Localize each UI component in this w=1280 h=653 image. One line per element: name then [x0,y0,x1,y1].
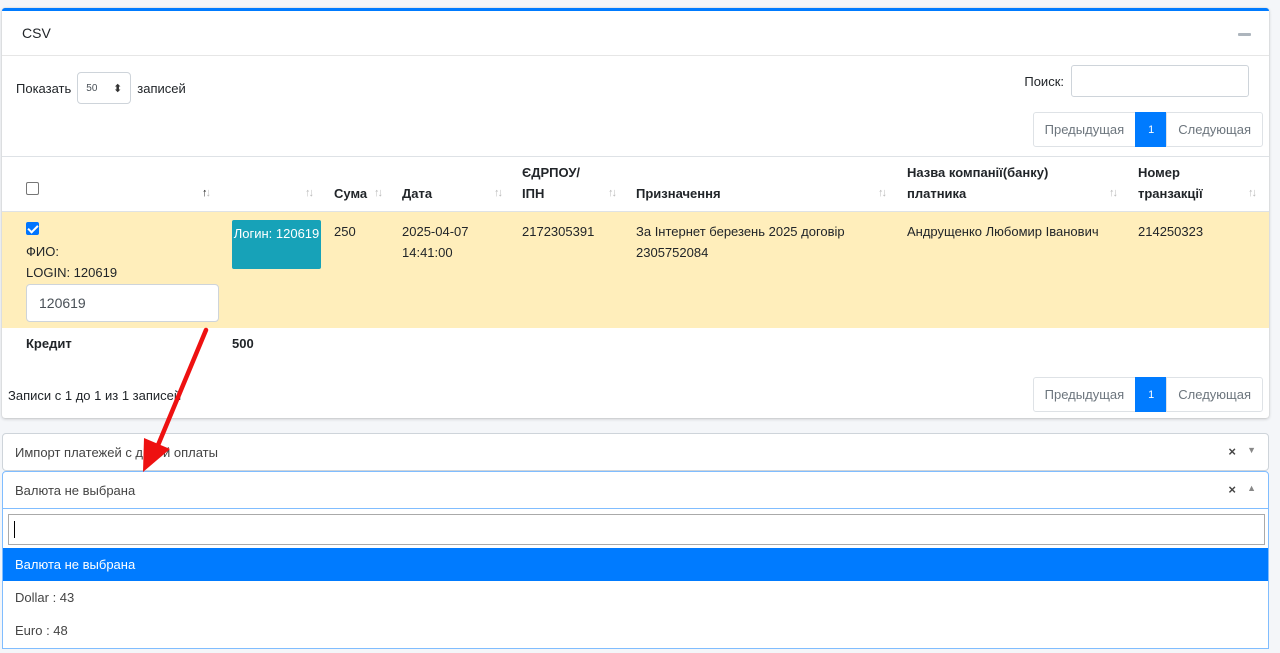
sort-icon[interactable]: ↑↓ [305,187,314,199]
sort-icon[interactable]: ↑↓ [1248,187,1257,199]
currency-select-value: Валюта не выбрана [15,483,136,498]
cell-date: 2025-04-07 14:41:00 [402,224,469,260]
option-none[interactable]: Валюта не выбрана [3,548,1268,581]
th-transaction[interactable]: Номер транзакції ↑↓ [1138,157,1263,213]
page-1-button[interactable]: 1 [1135,112,1168,147]
length-suffix: записей [137,80,186,96]
cell-edrpou: 2172305391 [522,224,595,239]
length-control: Показать 50 ⬍ записей [16,72,186,104]
login-button[interactable]: Логин: 120619 [232,220,321,269]
table-row: ФИО: LOGIN: 120619 Логин: 120619 250 202… [2,212,1269,328]
next-button[interactable]: Следующая [1166,112,1263,147]
text-caret [14,521,15,538]
currency-select[interactable]: Валюта не выбрана × ▲ [2,471,1269,509]
page-1-button[interactable]: 1 [1135,377,1168,412]
prev-button[interactable]: Предыдущая [1032,377,1137,412]
th-purpose[interactable]: Призначення ↑↓ [636,157,896,213]
th-edrpou[interactable]: ЄДРПОУ/ ІПН ↑↓ [522,157,627,213]
search-input[interactable] [1071,65,1249,97]
sort-icon[interactable]: ↑↓ [494,187,503,199]
chevron-up-icon[interactable]: ▲ [1247,483,1256,493]
th-date[interactable]: Дата ↑↓ [402,157,512,213]
cell-company: Андрущенко Любомир Іванович [907,224,1099,239]
th-sum[interactable]: Сума ↑↓ [334,157,392,213]
select-all-checkbox[interactable] [26,182,39,195]
card-title: CSV [22,25,51,41]
sort-asc-icon[interactable]: ↑↓ [202,187,211,199]
next-button[interactable]: Следующая [1166,377,1263,412]
cell-transaction: 214250323 [1138,224,1204,239]
sort-icon[interactable]: ↑↓ [1109,187,1118,199]
import-select[interactable]: Импорт платежей с датой оплаты × ▼ [2,433,1269,471]
clear-icon[interactable]: × [1228,482,1236,497]
length-prefix: Показать [16,80,72,96]
length-value: 50 [86,82,98,94]
card-header: CSV [2,11,1269,56]
cell-sum: 250 [334,224,356,239]
option-euro[interactable]: Euro : 48 [3,614,1268,647]
th-select[interactable]: ↑↓ [26,157,216,213]
sort-icon[interactable]: ↑↓ [374,187,383,199]
login-input[interactable] [26,284,219,322]
th-login[interactable]: ↑↓ [232,157,322,213]
footer-total: 500 [232,336,254,351]
data-table: ↑↓ ↑↓ Сума ↑↓ Дата ↑↓ ЄДРПОУ/ ІПН ↑↓ При… [2,156,1269,213]
fio-label: ФИО: [26,244,59,259]
cell-purpose: За Інтернет березень 2025 договір 230575… [636,224,845,260]
prev-button[interactable]: Предыдущая [1032,112,1137,147]
pagination-top: Предыдущая 1 Следующая [1032,112,1263,147]
length-select[interactable]: 50 ⬍ [77,72,132,104]
login-label: LOGIN: 120619 [26,265,118,280]
table-info: Записи с 1 до 1 из 1 записей [8,388,182,403]
pagination-bottom: Предыдущая 1 Следующая [1032,377,1263,412]
import-select-value: Импорт платежей с датой оплаты [15,445,218,460]
select-arrows-icon: ⬍ [113,82,123,95]
option-dollar[interactable]: Dollar : 43 [3,581,1268,614]
csv-card: CSV Показать 50 ⬍ записей Поиск: Предыду… [2,8,1269,418]
search-control: Поиск: [1024,65,1249,97]
table-header: ↑↓ ↑↓ Сума ↑↓ Дата ↑↓ ЄДРПОУ/ ІПН ↑↓ При… [2,157,1269,213]
dropdown-search-input[interactable] [8,514,1265,545]
row-checkbox[interactable] [26,222,39,235]
collapse-icon[interactable] [1238,33,1251,36]
sort-icon[interactable]: ↑↓ [878,187,887,199]
th-company[interactable]: Назва компанії(банку) платника ↑↓ [907,157,1127,213]
clear-icon[interactable]: × [1228,444,1236,459]
currency-dropdown: Валюта не выбрана Dollar : 43 Euro : 48 [2,509,1269,649]
search-label: Поиск: [1024,73,1064,89]
sort-icon[interactable]: ↑↓ [608,187,617,199]
chevron-down-icon[interactable]: ▼ [1247,445,1256,455]
footer-label: Кредит [26,336,72,351]
